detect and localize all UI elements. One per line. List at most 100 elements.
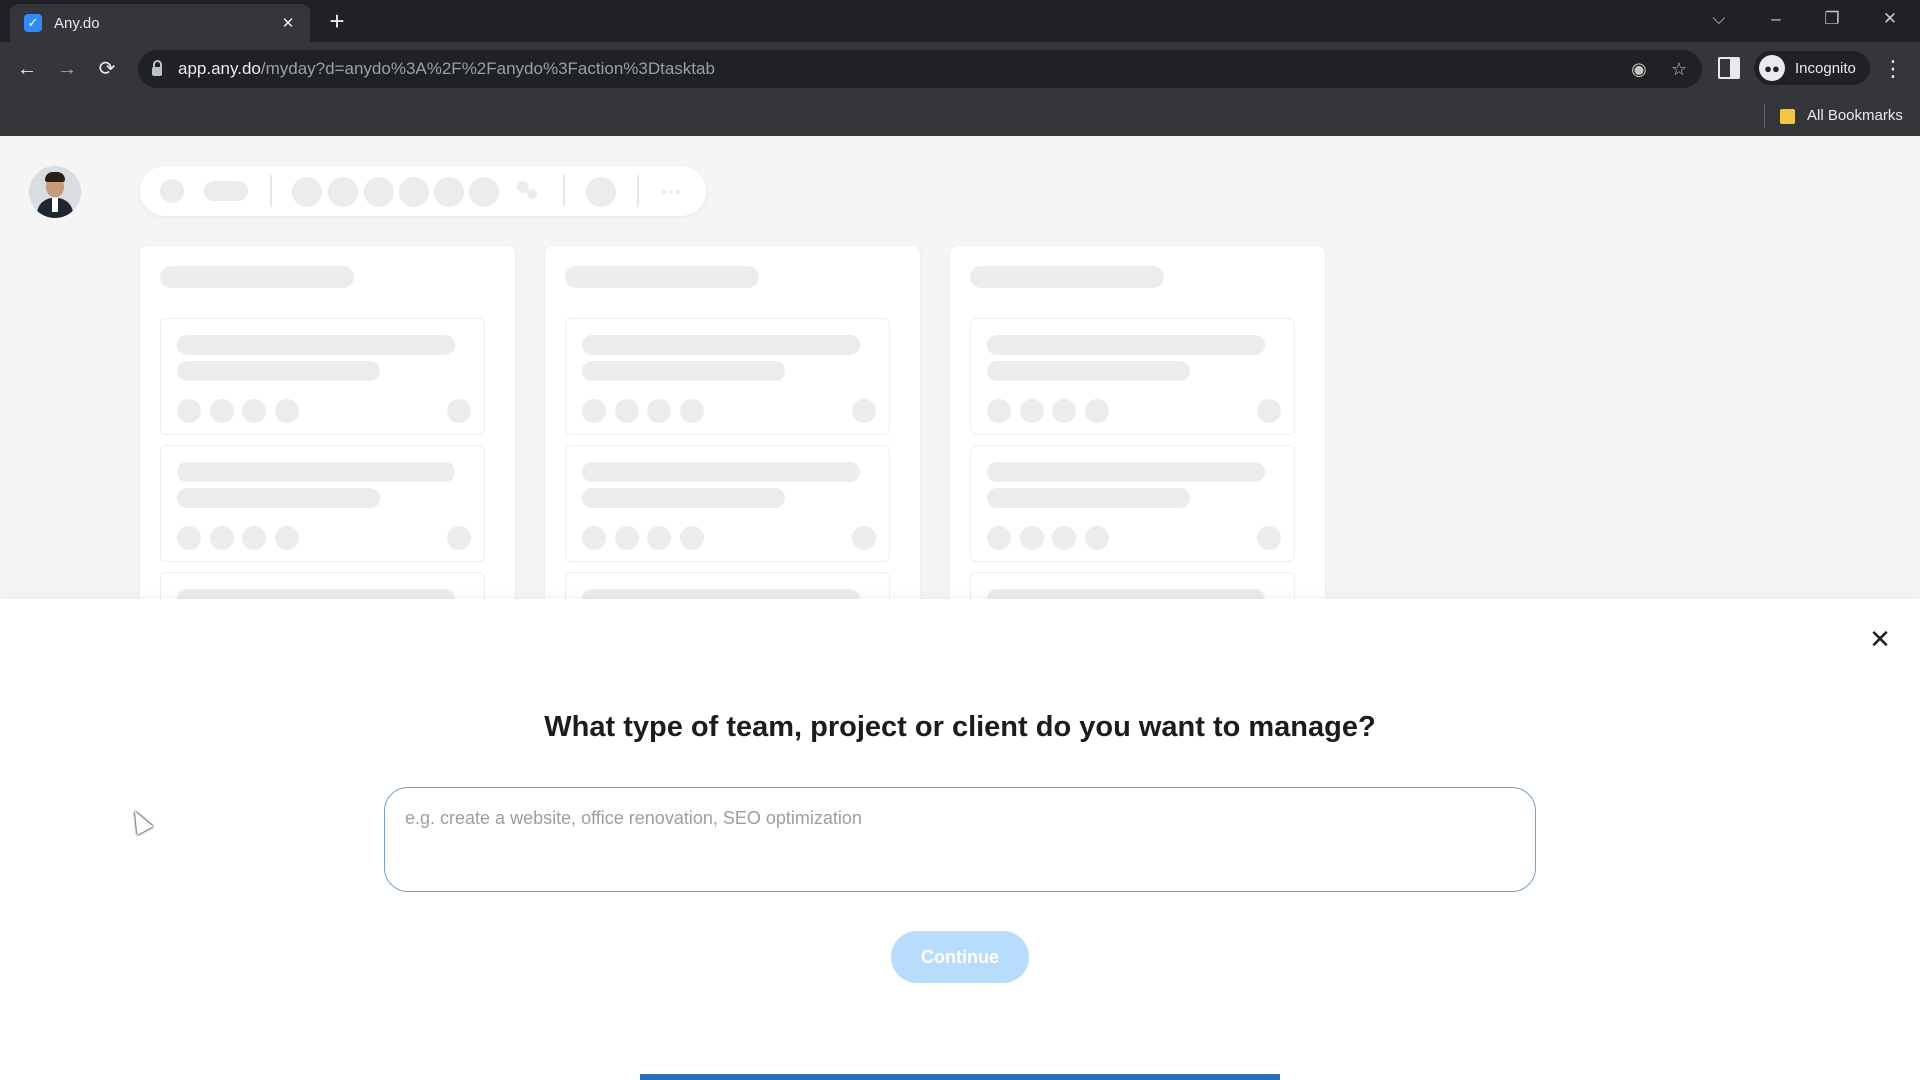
skeleton-dot [527,189,537,199]
skeleton-toolbar [140,166,706,216]
browser-menu-icon[interactable]: ⋮ [1880,54,1906,84]
browser-toolbar: ← → ⟳ app.any.do/myday?d=anydo%3A%2F%2Fa… [0,42,1920,96]
avatar-shirt [52,198,58,212]
incognito-profile-button[interactable]: ●● Incognito [1754,51,1870,85]
side-panel-icon[interactable] [1718,57,1740,79]
skeleton-divider [637,175,639,207]
skeleton-line [177,335,455,355]
skeleton-dot [676,190,680,194]
skeleton-dot [582,399,606,423]
skeleton-divider [563,175,565,207]
progress-bar [640,1074,1280,1080]
skeleton-dot [1085,526,1109,550]
skeleton-card [970,318,1295,435]
skeleton-dot [662,190,666,194]
address-bar[interactable]: app.any.do/myday?d=anydo%3A%2F%2Fanydo%3… [138,50,1702,88]
lock-icon[interactable] [152,60,162,76]
skeleton-dot [210,399,234,423]
skeleton-card [565,445,890,562]
skeleton-line [582,361,785,381]
url-text[interactable]: app.any.do/myday?d=anydo%3A%2F%2Fanydo%3… [178,59,715,79]
browser-tab-anydo[interactable]: ✓ Any.do ✕ [10,4,310,42]
skeleton-dot [275,526,299,550]
skeleton-dot [210,526,234,550]
skeleton-dot [364,177,394,207]
team-project-input[interactable] [384,787,1536,892]
close-icon[interactable]: ✕ [1866,625,1894,653]
url-path: /myday?d=anydo%3A%2F%2Fanydo%3Faction%3D… [260,59,715,78]
bookmark-star-icon[interactable]: ☆ [1666,56,1692,82]
skeleton-dot [680,399,704,423]
incognito-label: Incognito [1795,59,1856,77]
skeleton-dot [582,526,606,550]
folder-icon[interactable] [1780,109,1795,124]
skeleton-dot [1052,526,1076,550]
skeleton-pill [204,181,248,201]
bookmarks-divider [1764,104,1765,128]
minimize-window-button[interactable]: – [1758,6,1794,32]
tab-title: Any.do [54,14,100,32]
skeleton-dot [680,526,704,550]
skeleton-line [177,361,380,381]
skeleton-dot [1052,399,1076,423]
skeleton-card [970,445,1295,562]
skeleton-dot [615,526,639,550]
user-avatar[interactable] [29,166,81,218]
back-button[interactable]: ← [12,54,42,84]
anydo-favicon-icon: ✓ [24,14,42,32]
skeleton-line [582,335,860,355]
skeleton-line [987,335,1265,355]
skeleton-dot [1257,399,1281,423]
skeleton-column-title [565,266,759,288]
forward-button[interactable]: → [52,54,82,84]
skeleton-dot [647,526,671,550]
skeleton-dot [275,399,299,423]
skeleton-dot [615,399,639,423]
create-workspace-sheet: ✕ What type of team, project or client d… [0,599,1920,1080]
skeleton-line [987,361,1190,381]
incognito-icon: ●● [1759,55,1785,81]
skeleton-dot [1257,526,1281,550]
skeleton-card [160,445,485,562]
reload-button[interactable]: ⟳ [92,54,122,84]
skeleton-dot [434,177,464,207]
new-tab-button[interactable]: + [324,7,350,35]
skeleton-dot [177,526,201,550]
skeleton-dot [1085,399,1109,423]
url-host: app.any.do [178,59,261,78]
skeleton-dot [669,190,673,194]
skeleton-line [177,488,380,508]
skeleton-dot [292,177,322,207]
skeleton-dot [987,399,1011,423]
skeleton-line [582,488,785,508]
browser-tabstrip: ✓ Any.do ✕ + ⌵ – ❐ ✕ [0,0,1920,42]
skeleton-dot [328,177,358,207]
continue-button[interactable]: Continue [891,931,1029,983]
restore-window-button[interactable]: ❐ [1814,6,1850,32]
skeleton-dot [647,399,671,423]
skeleton-column-title [160,266,354,288]
tracking-protection-icon[interactable]: ◉ [1626,56,1652,82]
skeleton-dot [1020,399,1044,423]
close-tab-icon[interactable]: ✕ [278,14,298,32]
progress-bar-fill [640,1074,1280,1080]
skeleton-dot [447,399,471,423]
modal-title: What type of team, project or client do … [544,711,1376,743]
skeleton-divider [270,175,272,207]
skeleton-dot [399,177,429,207]
skeleton-dot [160,179,184,203]
skeleton-line [987,488,1190,508]
skeleton-line [582,462,860,482]
bookmarks-bar: All Bookmarks [0,96,1920,136]
skeleton-dot [987,526,1011,550]
skeleton-dot [852,399,876,423]
skeleton-column-title [970,266,1164,288]
tab-search-icon[interactable]: ⌵ [1701,6,1737,32]
skeleton-card [160,318,485,435]
skeleton-dot [447,526,471,550]
skeleton-dot [586,177,616,207]
close-window-button[interactable]: ✕ [1872,6,1908,32]
all-bookmarks-link[interactable]: All Bookmarks [1807,107,1903,124]
avatar-hair [45,172,65,182]
skeleton-dot [469,177,499,207]
